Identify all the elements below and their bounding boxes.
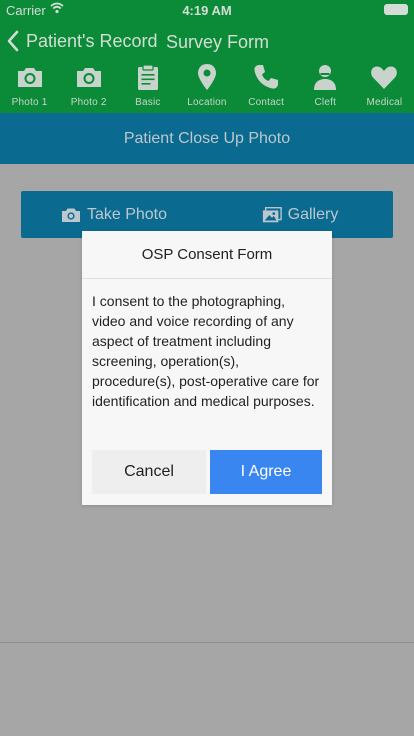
clipboard-icon [137,64,158,90]
dialog-actions: Cancel I Agree [92,450,322,494]
section-title: Patient Close Up Photo [123,129,291,147]
tab-location[interactable]: Location [177,62,236,112]
tab-photo-2[interactable]: Photo 2 [59,62,118,112]
consent-text: I consent to the photographing, video an… [92,293,320,409]
tab-cleft[interactable]: Cleft [296,62,355,112]
tab-medical[interactable]: Medical [355,62,414,112]
app-header: Carrier 4:19 AM Patient's Record Survey … [0,0,414,113]
gallery-label: Gallery [287,205,339,223]
person-icon [314,65,337,90]
status-bar: Carrier 4:19 AM [0,0,414,22]
app-screen: Carrier 4:19 AM Patient's Record Survey … [0,0,414,736]
take-photo-label: Take Photo [86,205,168,223]
tab-label: Cleft [314,97,337,108]
consent-dialog: OSP Consent Form I consent to the photog… [82,231,332,505]
cancel-button[interactable]: Cancel [92,450,206,494]
bottom-area [0,643,414,736]
tab-label: Photo 2 [70,97,107,108]
page-title: Survey Form [166,32,270,52]
tab-label: Medical [366,97,403,108]
back-button-label: Patient's Record [26,30,158,51]
agree-button[interactable]: I Agree [210,450,322,494]
tab-label: Location [187,97,227,108]
tab-photo-1[interactable]: Photo 1 [0,62,59,112]
tab-label: Photo 1 [11,97,48,108]
camera-icon [17,68,42,87]
status-time: 4:19 AM [182,3,232,18]
back-button[interactable]: Patient's Record [6,30,158,52]
navigation-bar: Patient's Record Survey Form [0,26,414,58]
map-pin-icon [197,64,216,90]
gallery-icon [262,206,282,222]
chevron-left-icon [7,30,19,52]
tab-label: Basic [135,97,161,108]
camera-icon [76,68,101,87]
camera-icon [61,208,80,222]
tab-basic[interactable]: Basic [118,62,177,112]
dialog-title: OSP Consent Form [82,231,332,279]
section-header: Patient Close Up Photo [0,113,414,164]
heart-icon [371,66,398,89]
tab-contact[interactable]: Contact [237,62,296,112]
section-tab-bar: Photo 1 Photo 2 Basic Location Contact C… [0,62,414,112]
tab-label: Contact [248,97,285,108]
battery-icon [384,4,408,15]
phone-icon [254,65,279,89]
